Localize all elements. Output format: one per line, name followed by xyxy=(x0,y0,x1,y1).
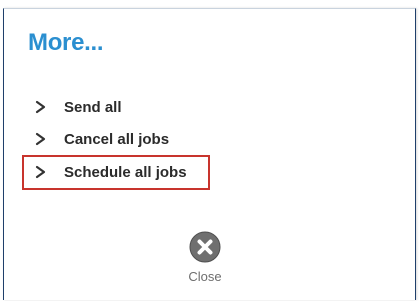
chevron-right-icon xyxy=(35,132,46,146)
dialog-title: More... xyxy=(28,29,104,56)
menu-item-send-all[interactable]: Send all xyxy=(35,95,122,119)
menu-item-label: Send all xyxy=(64,98,122,116)
chevron-right-icon xyxy=(35,165,46,179)
more-dialog: More... Send all Cancel all jobs Schedul… xyxy=(3,8,416,300)
menu-item-schedule-all-jobs[interactable]: Schedule all jobs xyxy=(35,160,187,184)
menu-item-cancel-all-jobs[interactable]: Cancel all jobs xyxy=(35,127,169,151)
chevron-right-icon xyxy=(35,100,46,114)
close-button[interactable]: Close xyxy=(180,231,230,301)
close-circle-icon xyxy=(189,231,221,263)
close-label: Close xyxy=(188,269,222,284)
menu-item-label: Schedule all jobs xyxy=(64,163,187,181)
menu-item-label: Cancel all jobs xyxy=(64,130,170,148)
